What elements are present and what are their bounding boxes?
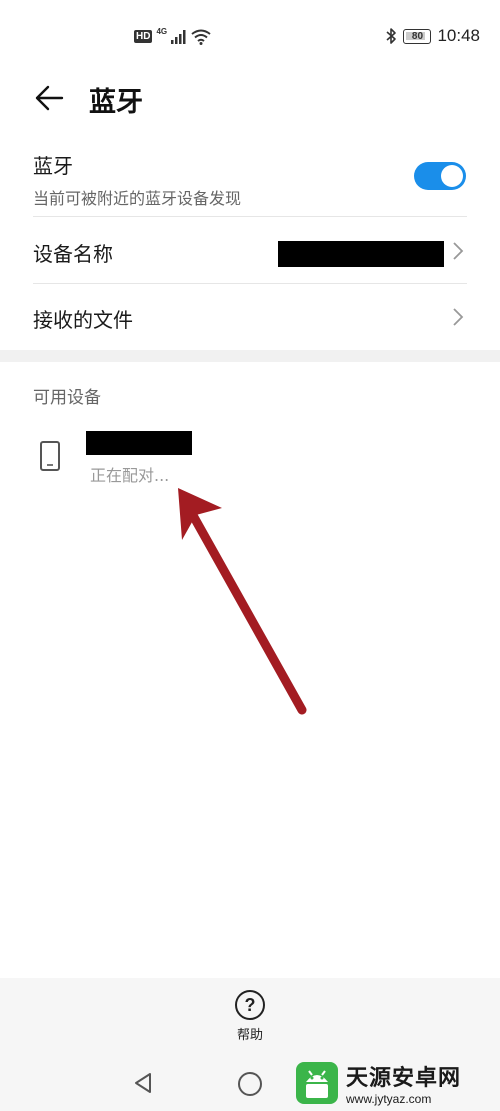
bluetooth-row-subtitle: 当前可被附近的蓝牙设备发现 bbox=[33, 189, 242, 208]
watermark-name: 天源安卓网 bbox=[346, 1066, 462, 1091]
network-type: 4G bbox=[156, 27, 168, 36]
bluetooth-icon bbox=[386, 28, 397, 44]
watermark: 天源安卓网 www.jytyaz.com bbox=[294, 1057, 494, 1109]
battery-icon: 80 bbox=[403, 28, 432, 44]
status-left: HD 4G bbox=[134, 27, 211, 46]
help-button[interactable]: ? 帮助 bbox=[225, 990, 275, 1050]
watermark-url: www.jytyaz.com bbox=[346, 1092, 432, 1106]
device-name-value-redacted bbox=[278, 241, 444, 267]
bluetooth-row[interactable]: 蓝牙 当前可被附近的蓝牙设备发现 bbox=[33, 150, 467, 209]
chevron-right-icon bbox=[453, 308, 464, 326]
pairing-status: 正在配对... bbox=[90, 466, 170, 485]
chevron-right-icon bbox=[453, 242, 464, 260]
clock: 10:48 bbox=[437, 26, 480, 45]
arrow-left-icon bbox=[35, 85, 64, 111]
bluetooth-toggle[interactable] bbox=[414, 162, 466, 190]
help-icon: ? bbox=[235, 990, 265, 1020]
nav-back-icon[interactable] bbox=[132, 1072, 154, 1094]
header: 蓝牙 bbox=[0, 72, 500, 124]
help-label: 帮助 bbox=[236, 1028, 263, 1043]
status-right: 80 10:48 bbox=[385, 26, 480, 46]
battery-level: 80 bbox=[411, 30, 424, 42]
watermark-text: 天源安卓网 www.jytyaz.com bbox=[346, 1060, 461, 1106]
nav-home-icon[interactable] bbox=[238, 1072, 262, 1096]
received-files-row[interactable]: 接收的文件 bbox=[33, 304, 467, 334]
page-title: 蓝牙 bbox=[89, 87, 143, 118]
divider bbox=[33, 216, 467, 217]
wifi-icon bbox=[191, 29, 211, 45]
bluetooth-row-title: 蓝牙 bbox=[33, 154, 73, 178]
received-files-row-title: 接收的文件 bbox=[33, 308, 133, 332]
status-bar: HD 4G 80 10:48 bbox=[0, 0, 500, 72]
available-devices-label: 可用设备 bbox=[33, 388, 101, 408]
device-name-redacted bbox=[86, 431, 192, 455]
back-button[interactable] bbox=[32, 82, 66, 114]
divider bbox=[33, 283, 467, 284]
toggle-knob bbox=[441, 165, 463, 187]
hd-badge: HD bbox=[134, 30, 153, 43]
phone-icon bbox=[40, 441, 60, 471]
signal-icon bbox=[171, 29, 186, 44]
device-list-item[interactable]: 正在配对... bbox=[0, 420, 500, 494]
android-logo-icon bbox=[296, 1062, 338, 1104]
section-separator bbox=[0, 350, 500, 362]
